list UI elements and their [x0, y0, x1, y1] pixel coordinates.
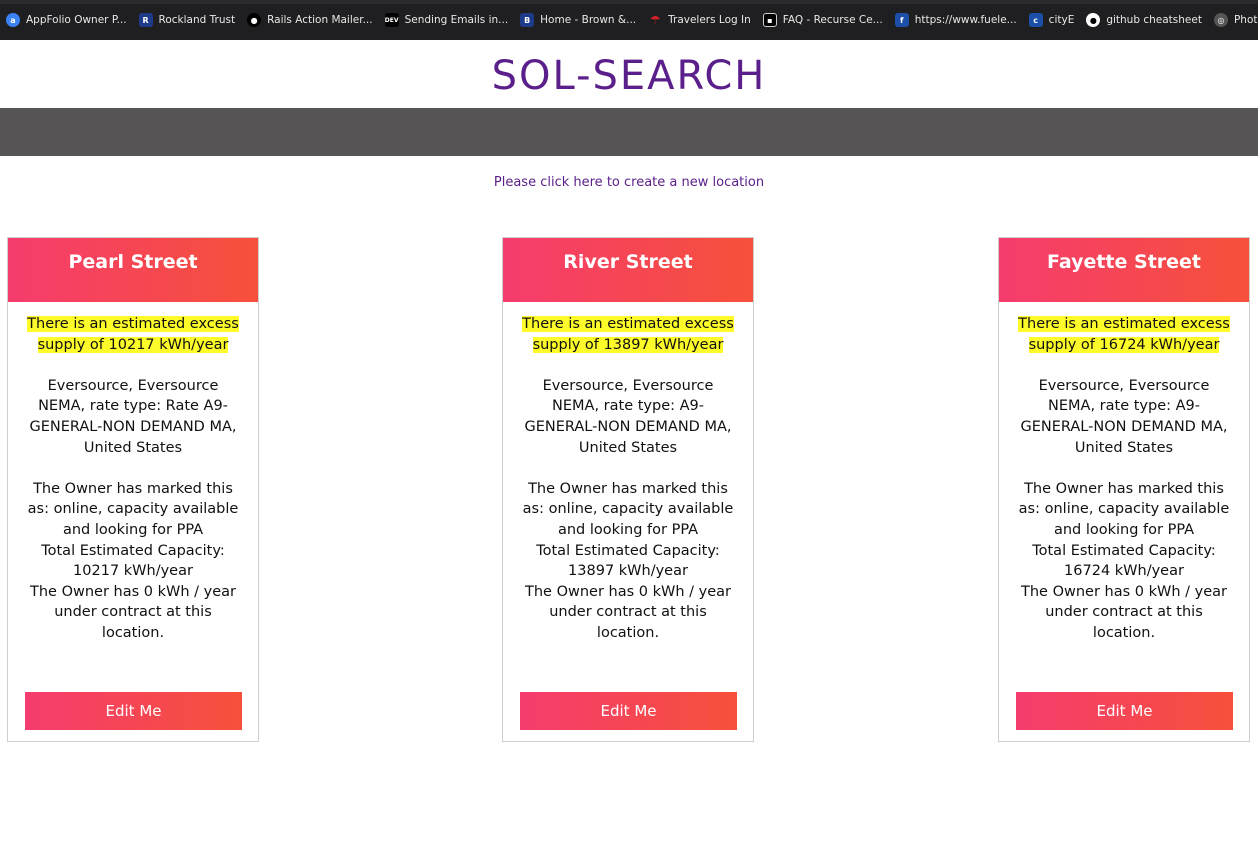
- bookmark-label: Rails Action Mailer...: [267, 14, 373, 26]
- fuel-icon: f: [894, 13, 909, 27]
- bookmark-label: https://www.fuele...: [914, 14, 1017, 26]
- card-body: There is an estimated excess supply of 1…: [8, 302, 258, 644]
- bookmark-label: Travelers Log In: [668, 14, 751, 26]
- capacity-text: Total Estimated Capacity: 16724 kWh/year: [1032, 542, 1216, 580]
- citye-icon: c: [1028, 13, 1043, 27]
- location-card: River Street There is an estimated exces…: [502, 237, 754, 742]
- bookmark-home-brown[interactable]: B Home - Brown &...: [520, 13, 636, 27]
- bookmark-recurse-faq[interactable]: ▪ FAQ - Recurse Ce...: [762, 13, 883, 27]
- bookmark-rockland-trust[interactable]: R Rockland Trust: [138, 13, 236, 27]
- status-text: The Owner has marked this as: online, ca…: [27, 480, 239, 538]
- bookmark-github-cheatsheet[interactable]: ● github cheatsheet: [1086, 13, 1202, 27]
- header-bar: [0, 108, 1258, 156]
- excess-supply-text: There is an estimated excess supply of 1…: [522, 316, 734, 353]
- bookmark-citye[interactable]: c cityE: [1028, 13, 1075, 27]
- capacity-text: Total Estimated Capacity: 13897 kWh/year: [536, 542, 720, 580]
- site-logo[interactable]: SOL-SEARCH: [0, 40, 1258, 108]
- card-title: Fayette Street: [999, 238, 1249, 302]
- browser-top-edge: [0, 0, 1258, 4]
- bookmark-appfolio[interactable]: a AppFolio Owner P...: [6, 13, 127, 27]
- photo-icon: ◎: [1213, 13, 1228, 27]
- bookmark-label: github cheatsheet: [1106, 14, 1202, 26]
- brown-icon: B: [520, 13, 535, 27]
- github-icon: ●: [1086, 13, 1101, 27]
- status-text: The Owner has marked this as: online, ca…: [522, 480, 734, 538]
- status-text: The Owner has marked this as: online, ca…: [1018, 480, 1230, 538]
- utility-info: Eversource, Eversource NEMA, rate type: …: [524, 377, 732, 456]
- create-location-line: Please click here to create a new locati…: [0, 175, 1258, 190]
- capacity-text: Total Estimated Capacity: 10217 kWh/year: [41, 542, 225, 580]
- bookmark-label: Home - Brown &...: [540, 14, 637, 26]
- card-title: Pearl Street: [8, 238, 258, 302]
- bookmark-label: FAQ - Recurse Ce...: [782, 14, 883, 26]
- contract-text: The Owner has 0 kWh / year under contrac…: [525, 583, 731, 641]
- excess-supply-text: There is an estimated excess supply of 1…: [27, 316, 239, 353]
- rockland-icon: R: [138, 13, 153, 27]
- bookmark-fuele[interactable]: f https://www.fuele...: [894, 13, 1017, 27]
- card-body: There is an estimated excess supply of 1…: [503, 302, 753, 644]
- utility-info: Eversource, Eversource NEMA, rate type: …: [1020, 377, 1228, 456]
- edit-me-button[interactable]: Edit Me: [520, 692, 737, 730]
- card-body: There is an estimated excess supply of 1…: [999, 302, 1249, 644]
- logo-text: SOL-SEARCH: [492, 54, 767, 94]
- bookmark-label: Rockland Trust: [158, 14, 236, 26]
- edit-me-button[interactable]: Edit Me: [25, 692, 242, 730]
- card-title: River Street: [503, 238, 753, 302]
- recurse-icon: ▪: [762, 13, 777, 27]
- bookmark-rails-action-mailer[interactable]: ● Rails Action Mailer...: [247, 13, 373, 27]
- sol-search-logo: SOL-SEARCH: [492, 54, 767, 94]
- bookmark-sending-emails[interactable]: DEV Sending Emails in...: [384, 13, 509, 27]
- edit-me-button[interactable]: Edit Me: [1016, 692, 1233, 730]
- bookmark-label: cityE: [1048, 14, 1075, 26]
- bookmark-travelers[interactable]: ☂ Travelers Log In: [648, 13, 751, 27]
- utility-info: Eversource, Eversource NEMA, rate type: …: [29, 377, 237, 456]
- bookmarks-bar: a AppFolio Owner P... R Rockland Trust ●…: [0, 0, 1258, 40]
- bookmark-label: Sending Emails in...: [404, 14, 509, 26]
- contract-text: The Owner has 0 kWh / year under contrac…: [1021, 583, 1227, 641]
- excess-supply-text: There is an estimated excess supply of 1…: [1018, 316, 1230, 353]
- travelers-umbrella-icon: ☂: [649, 13, 661, 27]
- location-card: Pearl Street There is an estimated exces…: [7, 237, 259, 742]
- bookmark-photo[interactable]: ◎ Photo G: [1213, 13, 1258, 27]
- dev-icon: DEV: [384, 13, 399, 27]
- location-card: Fayette Street There is an estimated exc…: [998, 237, 1250, 742]
- medium-icon: ●: [247, 13, 262, 27]
- bookmark-label: AppFolio Owner P...: [26, 14, 127, 26]
- bookmark-label: Photo G: [1233, 14, 1258, 26]
- contract-text: The Owner has 0 kWh / year under contrac…: [30, 583, 236, 641]
- appfolio-icon: a: [6, 13, 20, 27]
- create-location-link[interactable]: Please click here to create a new locati…: [494, 175, 764, 190]
